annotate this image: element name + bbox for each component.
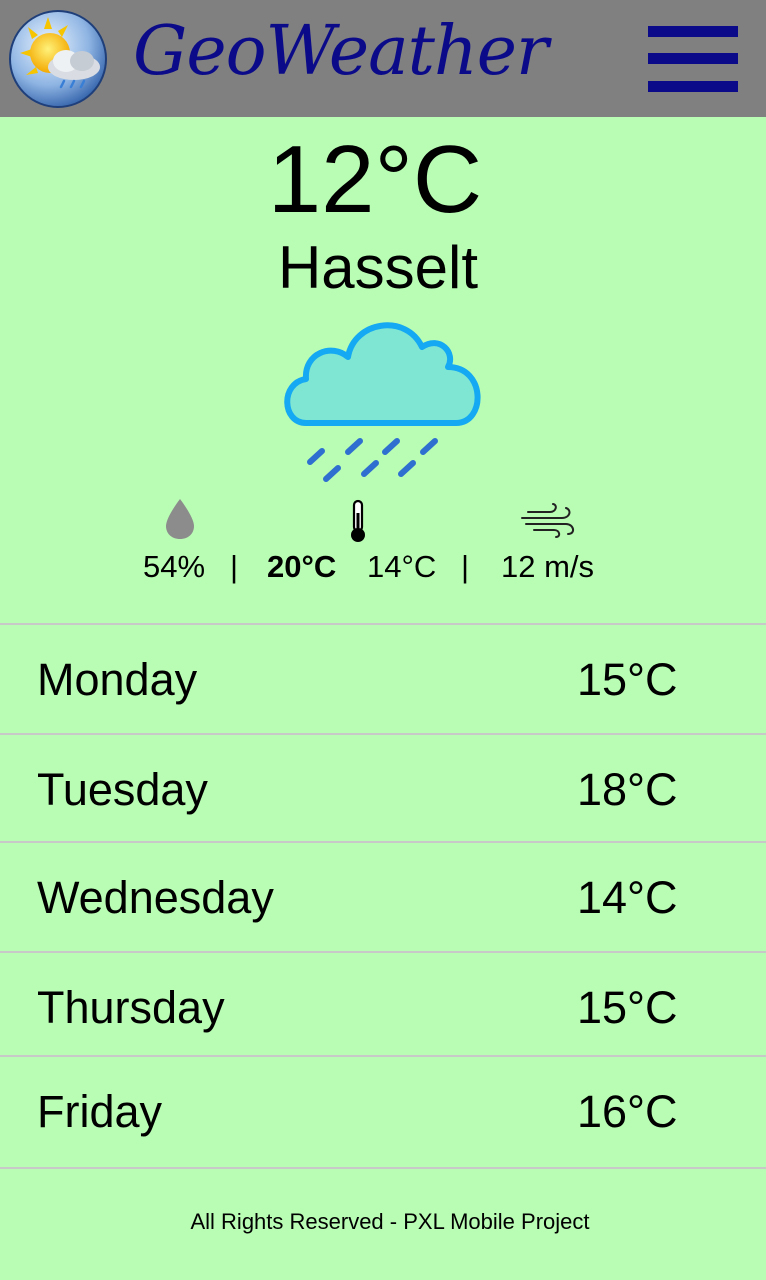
- city-name: Hasselt: [277, 234, 479, 301]
- forecast-temperature: 16°C: [577, 1086, 678, 1137]
- humidity-value: 54%: [143, 549, 206, 584]
- water-drop-icon: [166, 499, 194, 539]
- forecast-row[interactable]: Wednesday 14°C: [0, 843, 766, 953]
- forecast-temperature: 15°C: [577, 982, 678, 1033]
- forecast-day: Thursday: [37, 982, 225, 1033]
- wind-icon: [521, 503, 574, 538]
- menu-bar-bottom: [648, 81, 738, 92]
- forecast-day: Tuesday: [37, 764, 208, 815]
- forecast-day: Friday: [37, 1086, 163, 1137]
- current-temperature: 12°C: [267, 126, 483, 233]
- current-weather: 12°C Hasselt 54% | 20°C 14°C | 12 m/s: [0, 117, 766, 625]
- forecast-row[interactable]: Thursday 15°C: [0, 953, 766, 1057]
- hamburger-menu-icon: [648, 26, 738, 37]
- min-temperature: 14°C: [367, 549, 437, 584]
- rain-cloud-icon: [284, 322, 481, 482]
- forecast-list: Monday 15°C Tuesday 18°C Wednesday 14°C …: [0, 625, 766, 1169]
- forecast-temperature: 14°C: [577, 872, 678, 923]
- stats-separator: |: [230, 549, 239, 584]
- forecast-row[interactable]: Tuesday 18°C: [0, 735, 766, 843]
- forecast-temperature: 18°C: [577, 764, 678, 815]
- app-title: GeoWeather: [133, 12, 549, 91]
- current-stats: 54% | 20°C 14°C | 12 m/s: [0, 547, 766, 587]
- thermometer-icon: [351, 499, 365, 542]
- menu-bar-middle: [648, 53, 738, 64]
- forecast-day: Wednesday: [37, 872, 274, 923]
- stats-separator: |: [461, 549, 470, 584]
- wind-speed: 12 m/s: [501, 549, 595, 584]
- forecast-row[interactable]: Monday 15°C: [0, 625, 766, 735]
- app-header: GeoWeather: [0, 0, 766, 117]
- sun-cloud-rain-icon: [9, 10, 107, 108]
- forecast-day: Monday: [37, 654, 198, 705]
- forecast-row[interactable]: Friday 16°C: [0, 1057, 766, 1169]
- menu-button[interactable]: [648, 26, 738, 92]
- max-temperature: 20°C: [267, 549, 337, 584]
- footer-text: All Rights Reserved - PXL Mobile Project: [190, 1209, 590, 1234]
- forecast-temperature: 15°C: [577, 654, 678, 705]
